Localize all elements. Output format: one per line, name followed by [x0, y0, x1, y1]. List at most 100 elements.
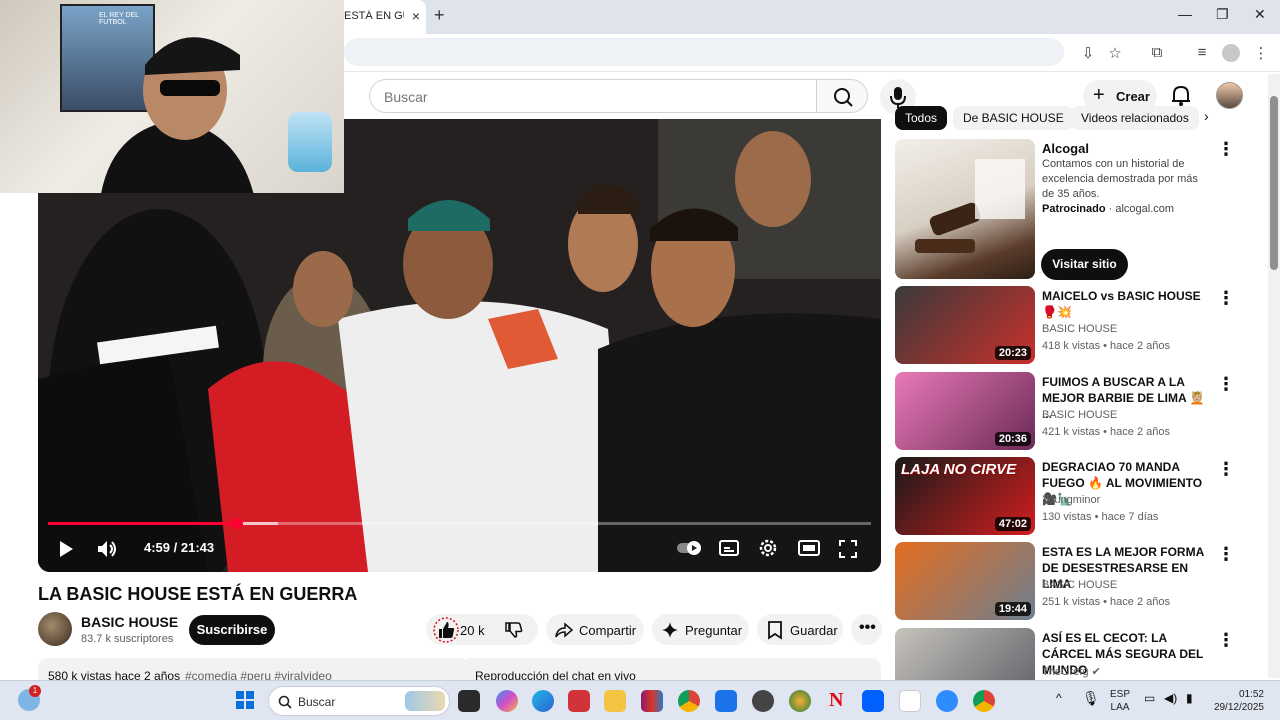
video-thumbnail[interactable]: 19:44 [895, 542, 1035, 620]
filter-chips: Todos De BASIC HOUSE Videos relacionados [895, 106, 1215, 130]
ask-button[interactable]: Preguntar [652, 614, 749, 645]
windows-start-icon[interactable] [235, 690, 255, 710]
tray-mic-icon[interactable]: 🎙 [1082, 690, 1100, 707]
more-options-icon[interactable]: ⋮ [1217, 374, 1235, 395]
autoplay-toggle-icon[interactable] [676, 539, 702, 557]
sponsored-label: Patrocinado [1042, 203, 1106, 215]
winrar-icon[interactable] [641, 690, 663, 712]
channel-avatar[interactable] [38, 612, 72, 646]
media-player-icon[interactable] [568, 690, 590, 712]
play-icon[interactable] [56, 539, 76, 559]
amazon-icon[interactable] [899, 690, 921, 712]
tab-close-icon[interactable]: × [412, 8, 420, 24]
create-label: Crear [1116, 89, 1150, 104]
file-explorer-icon[interactable] [604, 690, 626, 712]
install-app-icon[interactable]: ⇩ [1079, 44, 1097, 62]
new-tab-icon[interactable]: + [434, 5, 445, 26]
outlook-icon[interactable] [715, 690, 737, 712]
ad-title[interactable]: Alcogal [1042, 141, 1089, 156]
edge-icon[interactable] [532, 690, 554, 712]
more-options-icon[interactable]: ⋮ [1217, 544, 1235, 565]
like-thumb-icon[interactable] [432, 616, 460, 644]
video-title[interactable]: MAICELO vs BASIC HOUSE 🥊💥 [1042, 288, 1207, 320]
search-input[interactable]: Buscar [369, 79, 817, 113]
task-view-icon[interactable] [458, 690, 480, 712]
video-channel[interactable]: Youngminor [1042, 494, 1100, 506]
browser-profile-icon[interactable] [1222, 44, 1240, 62]
progress-played [48, 522, 238, 525]
speaker-icon[interactable]: ◀) [1164, 691, 1177, 705]
scrollbar-thumb[interactable] [1270, 96, 1278, 270]
copilot-icon[interactable] [496, 690, 518, 712]
subtitles-icon[interactable] [719, 539, 739, 557]
theater-mode-icon[interactable] [798, 539, 820, 557]
visit-site-button[interactable]: Visitar sitio [1041, 249, 1128, 280]
language-indicator[interactable]: ESP LAA [1110, 688, 1130, 714]
dislike-thumb-icon[interactable] [504, 620, 524, 640]
maximize-icon[interactable]: ❐ [1216, 6, 1229, 23]
settings-gear-icon[interactable] [758, 538, 778, 558]
more-actions-button[interactable]: ••• [851, 614, 882, 645]
search-highlight-icon [405, 691, 445, 711]
app-icon[interactable] [789, 690, 811, 712]
browser-tab[interactable]: ESTÁ EN GUERRA × [330, 0, 426, 34]
chrome-icon[interactable] [678, 690, 700, 712]
fullscreen-icon[interactable] [838, 539, 858, 559]
video-channel[interactable]: TheGrefg ✔ [1042, 665, 1101, 678]
video-thumbnail[interactable]: 20:23 [895, 286, 1035, 364]
tray-chevron-icon[interactable]: ^ [1056, 691, 1062, 705]
omnibox[interactable] [344, 38, 1064, 66]
save-button[interactable]: Guardar [757, 614, 843, 645]
browser-menu-icon[interactable]: ⋮ [1252, 44, 1270, 62]
sparkle-icon [662, 622, 678, 638]
volume-icon[interactable] [96, 539, 118, 559]
weather-badge: 1 [29, 685, 41, 697]
like-count[interactable]: 20 k [460, 623, 485, 638]
video-meta: 421 k vistas • hace 2 años [1042, 426, 1170, 438]
more-options-icon[interactable]: ⋮ [1217, 459, 1235, 480]
video-channel[interactable]: BASIC HOUSE [1042, 409, 1117, 421]
more-options-icon[interactable]: ⋮ [1217, 288, 1235, 309]
video-channel[interactable]: BASIC HOUSE [1042, 323, 1117, 335]
more-options-icon[interactable]: ⋮ [1217, 630, 1235, 651]
recommendation-item[interactable]: 20:36 FUIMOS A BUSCAR A LA MEJOR BARBIE D… [895, 372, 1235, 450]
video-thumbnail[interactable]: LAJA NO CIRVE 47:02 [895, 457, 1035, 535]
channel-name[interactable]: BASIC HOUSE [81, 614, 178, 630]
network-icon[interactable]: ▭ [1144, 691, 1155, 705]
recommendation-item[interactable]: 20:23 MAICELO vs BASIC HOUSE 🥊💥 BASIC HOUS… [895, 286, 1235, 364]
netflix-icon[interactable]: N [829, 689, 843, 712]
zoom-icon[interactable] [936, 690, 958, 712]
minimize-icon[interactable]: — [1178, 6, 1192, 22]
ad-description: Contamos con un historial de excelencia … [1042, 158, 1198, 200]
search-button[interactable] [816, 79, 868, 113]
chip-todos[interactable]: Todos [895, 106, 948, 130]
extensions-icon[interactable]: ⧉ [1148, 44, 1166, 62]
media-control-icon[interactable]: ≡ [1193, 44, 1211, 62]
chip-related[interactable]: Videos relacionados [1071, 106, 1199, 130]
subscribe-button[interactable]: Suscribirse [189, 615, 275, 645]
video-time: 4:59 / 21:43 [144, 540, 215, 555]
clock[interactable]: 01:52 29/12/2025 [1210, 688, 1264, 714]
recommendation-item[interactable]: LAJA NO CIRVE 47:02 DEGRACIAO 70 MANDA FUE… [895, 457, 1235, 535]
ad-thumbnail[interactable] [895, 139, 1035, 279]
search-placeholder: Buscar [384, 89, 428, 105]
battery-icon[interactable]: ▮ [1186, 691, 1193, 705]
chip-from-channel[interactable]: De BASIC HOUSE [953, 106, 1074, 130]
video-thumbnail[interactable]: 20:36 [895, 372, 1035, 450]
like-dislike-group: 20 k [426, 614, 538, 645]
save-label: Guardar [790, 623, 838, 638]
obs-icon[interactable] [752, 690, 774, 712]
ad-menu-icon[interactable]: ⋮ [1217, 139, 1235, 160]
window-close-icon[interactable]: ✕ [1254, 6, 1266, 23]
chrome-profile-icon[interactable] [973, 690, 995, 712]
chevron-right-icon[interactable]: › [1204, 108, 1209, 124]
bookmark-star-icon[interactable]: ☆ [1106, 44, 1124, 62]
recommendation-item[interactable]: 19:44 ESTA ES LA MEJOR FORMA DE DESESTRES… [895, 542, 1235, 620]
taskbar-search[interactable]: Buscar [268, 686, 450, 716]
avatar[interactable] [1216, 82, 1243, 109]
dropbox-icon[interactable] [862, 690, 884, 712]
video-channel[interactable]: BASIC HOUSE [1042, 579, 1117, 591]
streamer-image [101, 37, 254, 193]
notifications-button[interactable] [1168, 82, 1194, 108]
share-button[interactable]: Compartir [546, 614, 644, 645]
